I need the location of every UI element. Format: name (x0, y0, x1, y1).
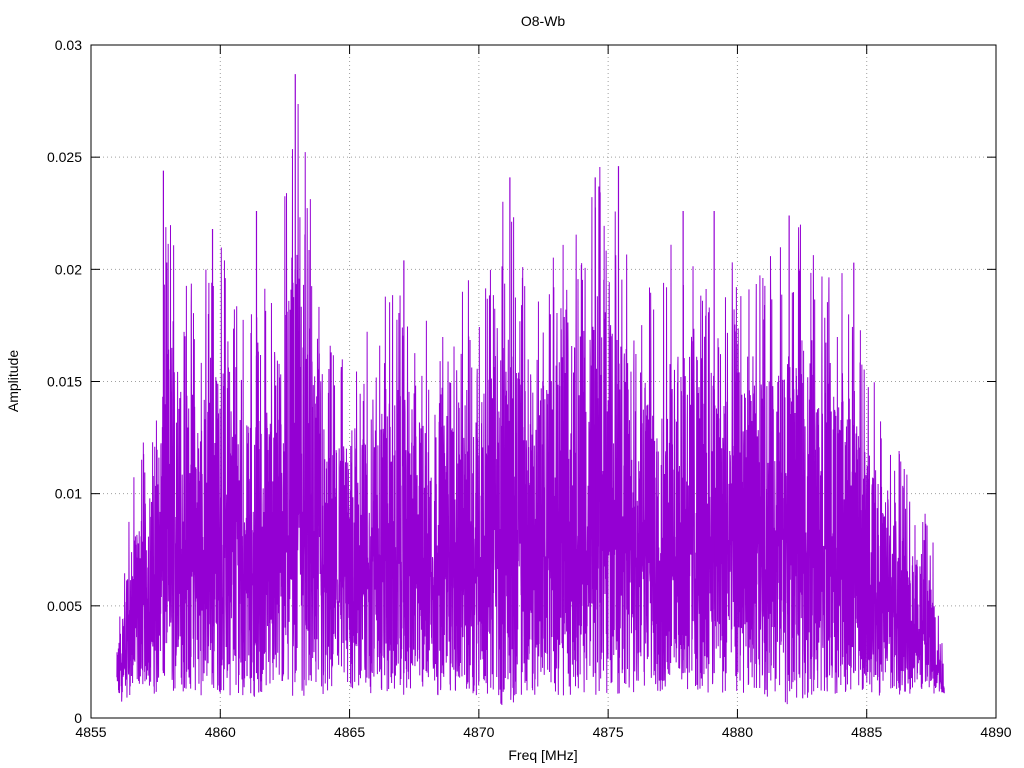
y-axis-label: Amplitude (5, 350, 21, 412)
x-axis-label: Freq [MHz] (508, 747, 577, 763)
y-tick-label: 0.02 (55, 261, 82, 277)
chart-title: O8-Wb (521, 13, 566, 29)
x-tick-label: 4860 (205, 724, 236, 740)
series-amplitude (116, 74, 945, 705)
y-tick-label: 0.03 (55, 37, 82, 53)
x-tick-label: 4885 (851, 724, 882, 740)
y-tick-label: 0.005 (47, 598, 82, 614)
x-tick-label: 4875 (593, 724, 624, 740)
y-tick-label: 0.025 (47, 149, 82, 165)
spectrum-line (116, 104, 945, 705)
x-tick-label: 4890 (980, 724, 1011, 740)
x-tick-label: 4865 (334, 724, 365, 740)
x-tick-label: 4870 (463, 724, 494, 740)
x-tick-label: 4880 (722, 724, 753, 740)
y-tick-label: 0.015 (47, 374, 82, 390)
x-tick-label: 4855 (75, 724, 106, 740)
y-tick-label: 0 (74, 710, 82, 726)
y-tick-label: 0.01 (55, 486, 82, 502)
spectrum-chart: 4855 4860 4865 4870 4875 4880 4885 4890 0 0.005 0.… (5, 13, 1012, 763)
